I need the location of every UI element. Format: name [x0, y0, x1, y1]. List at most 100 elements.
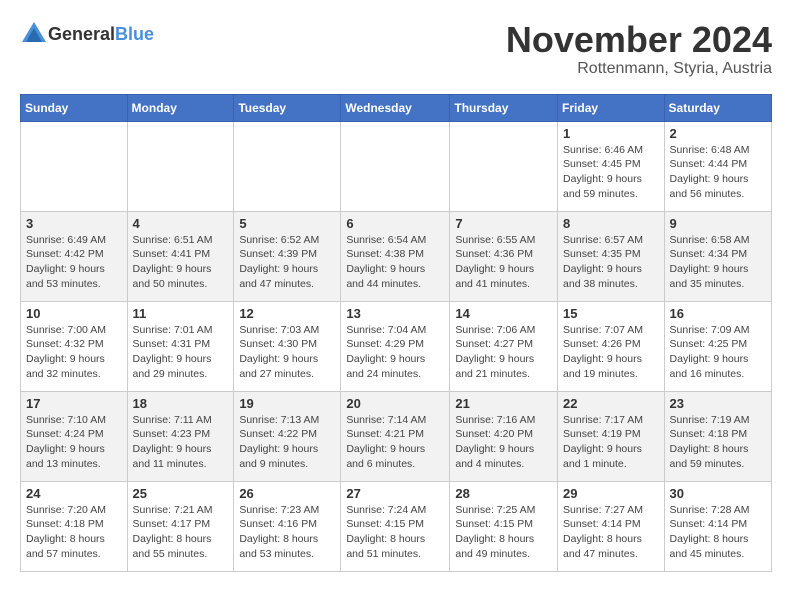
calendar-cell: 7 Sunrise: 6:55 AM Sunset: 4:36 PM Daylig…	[450, 211, 558, 301]
calendar-week-3: 10Sunrise: 7:00 AM Sunset: 4:32 PM Dayli…	[21, 301, 772, 391]
calendar-week-2: 3Sunrise: 6:49 AM Sunset: 4:42 PM Daylig…	[21, 211, 772, 301]
logo-icon	[20, 20, 48, 48]
calendar-week-5: 24 Sunrise: 7:20 AM Sunset: 4:18 PM Dayli…	[21, 481, 772, 571]
calendar-cell: 29Sunrise: 7:27 AM Sunset: 4:14 PM Dayli…	[558, 481, 665, 571]
logo-blue: Blue	[115, 24, 154, 44]
day-info: Sunrise: 7:23 AM Sunset: 4:16 PM Dayligh…	[239, 503, 335, 562]
day-number: 29	[563, 486, 659, 501]
day-number: 26	[239, 486, 335, 501]
logo: GeneralBlue	[20, 20, 154, 48]
day-number: 15	[563, 306, 659, 321]
calendar-cell: 9 Sunrise: 6:58 AM Sunset: 4:34 PM Daylig…	[664, 211, 771, 301]
calendar-cell: 22 Sunrise: 7:17 AM Sunset: 4:19 PM Dayli…	[558, 391, 665, 481]
page-header: GeneralBlue November 2024 Rottenmann, St…	[20, 20, 772, 78]
day-info: Sunrise: 6:51 AM Sunset: 4:41 PM Dayligh…	[133, 233, 229, 292]
day-number: 20	[346, 396, 444, 411]
day-number: 17	[26, 396, 122, 411]
weekday-header-friday: Friday	[558, 94, 665, 121]
day-number: 6	[346, 216, 444, 231]
day-number: 5	[239, 216, 335, 231]
day-number: 4	[133, 216, 229, 231]
day-number: 9	[670, 216, 766, 231]
calendar-cell: 8 Sunrise: 6:57 AM Sunset: 4:35 PM Daylig…	[558, 211, 665, 301]
day-number: 24	[26, 486, 122, 501]
calendar-cell: 11 Sunrise: 7:01 AM Sunset: 4:31 PM Dayli…	[127, 301, 234, 391]
calendar-cell	[450, 121, 558, 211]
month-title: November 2024	[506, 20, 772, 60]
logo-general: General	[48, 24, 115, 44]
calendar-cell	[127, 121, 234, 211]
day-info: Sunrise: 7:13 AM Sunset: 4:22 PM Dayligh…	[239, 413, 335, 472]
day-number: 1	[563, 126, 659, 141]
day-number: 10	[26, 306, 122, 321]
day-info: Sunrise: 7:17 AM Sunset: 4:19 PM Dayligh…	[563, 413, 659, 472]
day-number: 21	[455, 396, 552, 411]
day-number: 11	[133, 306, 229, 321]
weekday-header-saturday: Saturday	[664, 94, 771, 121]
weekday-header-sunday: Sunday	[21, 94, 128, 121]
day-info: Sunrise: 7:11 AM Sunset: 4:23 PM Dayligh…	[133, 413, 229, 472]
day-info: Sunrise: 7:25 AM Sunset: 4:15 PM Dayligh…	[455, 503, 552, 562]
calendar-cell: 12Sunrise: 7:03 AM Sunset: 4:30 PM Dayli…	[234, 301, 341, 391]
calendar-table: SundayMondayTuesdayWednesdayThursdayFrid…	[20, 94, 772, 572]
day-number: 16	[670, 306, 766, 321]
location-subtitle: Rottenmann, Styria, Austria	[506, 60, 772, 78]
calendar-cell: 26 Sunrise: 7:23 AM Sunset: 4:16 PM Dayli…	[234, 481, 341, 571]
day-info: Sunrise: 7:19 AM Sunset: 4:18 PM Dayligh…	[670, 413, 766, 472]
day-number: 3	[26, 216, 122, 231]
day-number: 14	[455, 306, 552, 321]
day-number: 8	[563, 216, 659, 231]
day-number: 22	[563, 396, 659, 411]
day-info: Sunrise: 7:21 AM Sunset: 4:17 PM Dayligh…	[133, 503, 229, 562]
day-number: 27	[346, 486, 444, 501]
day-info: Sunrise: 6:54 AM Sunset: 4:38 PM Dayligh…	[346, 233, 444, 292]
weekday-header-monday: Monday	[127, 94, 234, 121]
day-info: Sunrise: 7:03 AM Sunset: 4:30 PM Dayligh…	[239, 323, 335, 382]
calendar-cell: 2Sunrise: 6:48 AM Sunset: 4:44 PM Daylig…	[664, 121, 771, 211]
day-info: Sunrise: 7:20 AM Sunset: 4:18 PM Dayligh…	[26, 503, 122, 562]
calendar-week-4: 17 Sunrise: 7:10 AM Sunset: 4:24 PM Dayli…	[21, 391, 772, 481]
day-info: Sunrise: 7:09 AM Sunset: 4:25 PM Dayligh…	[670, 323, 766, 382]
day-number: 30	[670, 486, 766, 501]
calendar-cell: 13Sunrise: 7:04 AM Sunset: 4:29 PM Dayli…	[341, 301, 450, 391]
day-info: Sunrise: 6:55 AM Sunset: 4:36 PM Dayligh…	[455, 233, 552, 292]
calendar-cell: 18Sunrise: 7:11 AM Sunset: 4:23 PM Dayli…	[127, 391, 234, 481]
day-info: Sunrise: 7:10 AM Sunset: 4:24 PM Dayligh…	[26, 413, 122, 472]
day-info: Sunrise: 7:28 AM Sunset: 4:14 PM Dayligh…	[670, 503, 766, 562]
day-info: Sunrise: 7:16 AM Sunset: 4:20 PM Dayligh…	[455, 413, 552, 472]
day-info: Sunrise: 6:52 AM Sunset: 4:39 PM Dayligh…	[239, 233, 335, 292]
weekday-header-wednesday: Wednesday	[341, 94, 450, 121]
day-info: Sunrise: 7:24 AM Sunset: 4:15 PM Dayligh…	[346, 503, 444, 562]
day-info: Sunrise: 7:04 AM Sunset: 4:29 PM Dayligh…	[346, 323, 444, 382]
day-info: Sunrise: 6:57 AM Sunset: 4:35 PM Dayligh…	[563, 233, 659, 292]
calendar-cell: 16 Sunrise: 7:09 AM Sunset: 4:25 PM Dayli…	[664, 301, 771, 391]
calendar-cell: 21 Sunrise: 7:16 AM Sunset: 4:20 PM Dayli…	[450, 391, 558, 481]
day-info: Sunrise: 7:06 AM Sunset: 4:27 PM Dayligh…	[455, 323, 552, 382]
day-number: 23	[670, 396, 766, 411]
weekday-header-tuesday: Tuesday	[234, 94, 341, 121]
calendar-cell: 15Sunrise: 7:07 AM Sunset: 4:26 PM Dayli…	[558, 301, 665, 391]
day-info: Sunrise: 6:46 AM Sunset: 4:45 PM Dayligh…	[563, 143, 659, 202]
calendar-cell: 6 Sunrise: 6:54 AM Sunset: 4:38 PM Daylig…	[341, 211, 450, 301]
calendar-cell: 10Sunrise: 7:00 AM Sunset: 4:32 PM Dayli…	[21, 301, 128, 391]
day-number: 7	[455, 216, 552, 231]
title-block: November 2024 Rottenmann, Styria, Austri…	[506, 20, 772, 78]
calendar-cell: 27 Sunrise: 7:24 AM Sunset: 4:15 PM Dayli…	[341, 481, 450, 571]
calendar-week-1: 1 Sunrise: 6:46 AM Sunset: 4:45 PM Daylig…	[21, 121, 772, 211]
weekday-header-row: SundayMondayTuesdayWednesdayThursdayFrid…	[21, 94, 772, 121]
calendar-cell: 5 Sunrise: 6:52 AM Sunset: 4:39 PM Daylig…	[234, 211, 341, 301]
day-number: 19	[239, 396, 335, 411]
calendar-cell	[234, 121, 341, 211]
calendar-cell: 28 Sunrise: 7:25 AM Sunset: 4:15 PM Dayli…	[450, 481, 558, 571]
calendar-cell: 30 Sunrise: 7:28 AM Sunset: 4:14 PM Dayli…	[664, 481, 771, 571]
calendar-cell: 1 Sunrise: 6:46 AM Sunset: 4:45 PM Daylig…	[558, 121, 665, 211]
day-info: Sunrise: 6:58 AM Sunset: 4:34 PM Dayligh…	[670, 233, 766, 292]
day-number: 25	[133, 486, 229, 501]
day-info: Sunrise: 7:01 AM Sunset: 4:31 PM Dayligh…	[133, 323, 229, 382]
calendar-cell	[21, 121, 128, 211]
day-number: 28	[455, 486, 552, 501]
calendar-cell: 19 Sunrise: 7:13 AM Sunset: 4:22 PM Dayli…	[234, 391, 341, 481]
day-info: Sunrise: 7:14 AM Sunset: 4:21 PM Dayligh…	[346, 413, 444, 472]
calendar-cell: 23 Sunrise: 7:19 AM Sunset: 4:18 PM Dayli…	[664, 391, 771, 481]
calendar-cell: 3Sunrise: 6:49 AM Sunset: 4:42 PM Daylig…	[21, 211, 128, 301]
